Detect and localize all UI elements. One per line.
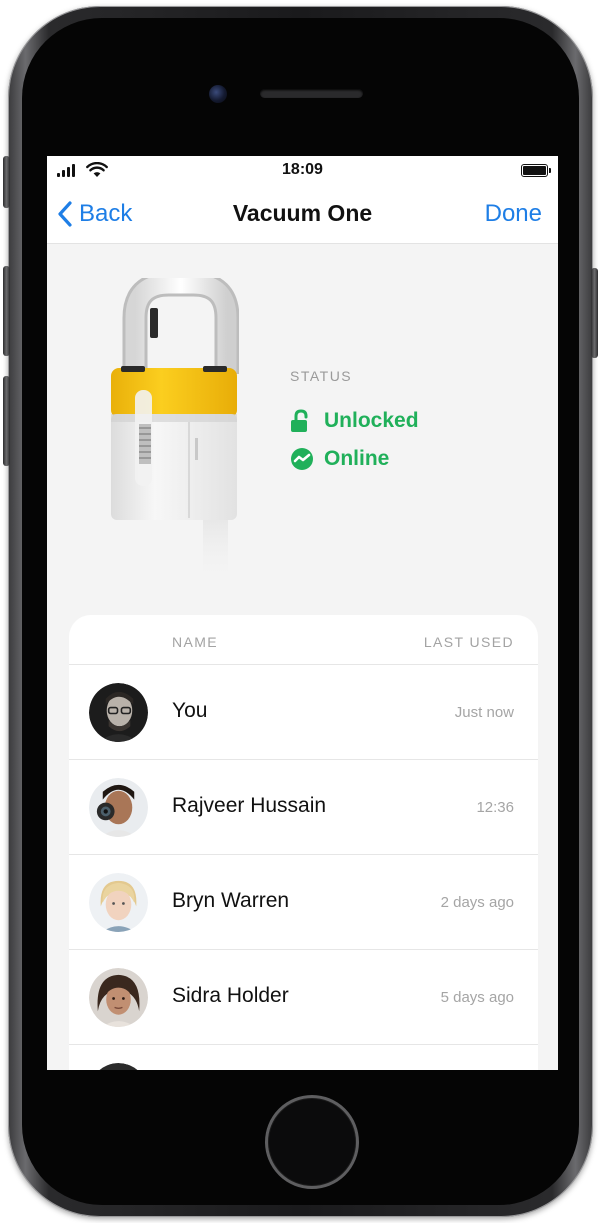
status-heading: STATUS — [290, 368, 353, 384]
avatar — [89, 778, 148, 837]
app-screen: 18:09 Back Vacuum One Done STATUS Unlock… — [47, 156, 558, 1070]
avatar — [89, 873, 148, 932]
status-bar: 18:09 — [47, 156, 558, 184]
battery-icon — [521, 164, 551, 177]
lock-status-text: Unlocked — [324, 409, 419, 432]
front-camera — [209, 85, 227, 103]
unlocked-padlock-icon — [291, 409, 308, 432]
column-header-last-used: LAST USED — [423, 634, 514, 650]
table-row[interactable]: You Just now — [69, 665, 538, 760]
last-used-time: 2 days ago — [440, 894, 514, 911]
last-used-time: 5 days ago — [440, 989, 514, 1006]
avatar — [89, 968, 148, 1027]
avatar — [89, 683, 148, 742]
home-button[interactable] — [265, 1095, 359, 1189]
connection-status: Online — [290, 444, 419, 474]
table-row[interactable]: Sidra Holder 5 days ago — [69, 950, 538, 1045]
user-name: Bryn Warren — [172, 889, 290, 912]
page-title: Vacuum One — [232, 200, 373, 226]
earpiece-speaker — [260, 89, 363, 98]
user-name: Sidra Holder — [172, 984, 289, 1007]
last-used-time: 12:36 — [476, 799, 514, 816]
table-row[interactable]: Bryn Warren 2 days ago — [69, 855, 538, 950]
volume-up-button — [3, 266, 10, 356]
power-button — [591, 268, 598, 358]
last-used-time: Just now — [454, 704, 514, 721]
smart-lock-image — [111, 278, 239, 584]
column-header-name: NAME — [172, 634, 219, 650]
avatar — [99, 1063, 138, 1070]
navigation-bar: Back Vacuum One Done — [47, 184, 558, 244]
done-button[interactable]: Done — [485, 200, 542, 228]
mute-switch — [3, 156, 10, 208]
table-row[interactable] — [69, 1045, 538, 1070]
user-name: You — [172, 699, 208, 722]
volume-down-button — [3, 376, 10, 466]
access-history-card: NAME LAST USED You Just now Rajveer Huss… — [69, 615, 538, 1070]
connection-status-text: Online — [324, 447, 390, 470]
table-row[interactable]: Rajveer Hussain 12:36 — [69, 760, 538, 855]
device-status-panel: STATUS Unlocked Online — [290, 368, 419, 474]
user-name: Rajveer Hussain — [172, 794, 327, 817]
lock-status: Unlocked — [290, 406, 419, 436]
online-icon — [291, 448, 313, 470]
table-header: NAME LAST USED — [69, 615, 538, 665]
status-time: 18:09 — [282, 161, 323, 178]
